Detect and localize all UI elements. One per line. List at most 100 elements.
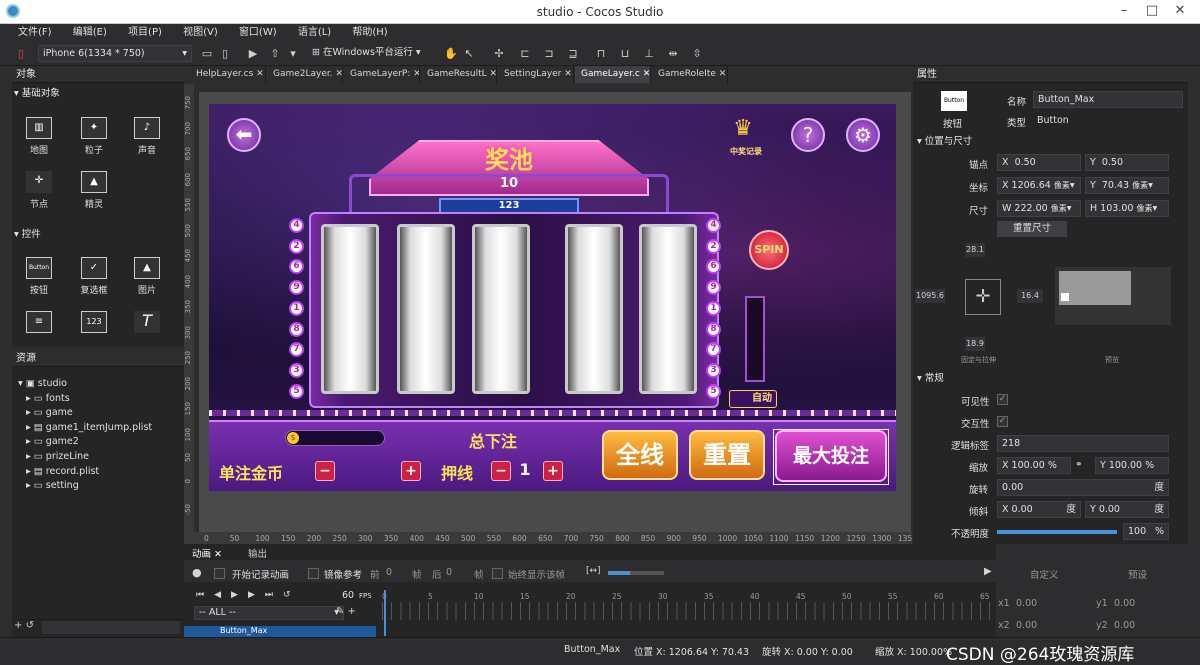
x1-value[interactable]: 0.00: [1016, 598, 1037, 609]
object-particle[interactable]: ✦ 粒子: [69, 117, 119, 156]
tab-gameresult[interactable]: GameResultL ✕: [421, 66, 497, 83]
coin-plus-button[interactable]: +: [401, 461, 421, 481]
opacity-slider[interactable]: [997, 530, 1117, 534]
height-input[interactable]: H 103.00 像素▾: [1085, 200, 1169, 217]
landscape-icon[interactable]: ▭: [200, 47, 214, 61]
scale-y-input[interactable]: Y 100.00 %: [1095, 457, 1169, 474]
preset-tab[interactable]: 预设: [1128, 567, 1147, 581]
tab-helplayer[interactable]: HelpLayer.cs ✕: [190, 66, 266, 83]
device-icon[interactable]: ▯: [14, 47, 28, 61]
select-tool-icon[interactable]: ↖: [462, 47, 476, 61]
tree-item[interactable]: ▸ ▤ game1_itemJump.plist: [18, 421, 152, 436]
menu-file[interactable]: 文件(F): [18, 24, 52, 42]
name-input[interactable]: Button_Max: [1033, 91, 1183, 108]
align-top-icon[interactable]: ⊓: [594, 47, 608, 61]
menu-edit[interactable]: 编辑(E): [73, 24, 107, 42]
help-button[interactable]: ?: [791, 118, 825, 152]
tab-gamelayer[interactable]: GameLayer.c ✕: [575, 66, 651, 83]
tree-item[interactable]: ▸ ▭ fonts: [18, 392, 152, 407]
coin-minus-button[interactable]: −: [315, 461, 335, 481]
position-size-section[interactable]: ▾ 位置与尺寸: [917, 135, 972, 149]
controls-section[interactable]: ▾ 控件: [14, 228, 41, 242]
object-map[interactable]: ▥ 地图: [14, 117, 64, 156]
basic-objects-section[interactable]: ▾ 基础对象: [14, 87, 60, 101]
node-filter-select[interactable]: -- ALL -- ▾: [194, 606, 344, 620]
portrait-icon[interactable]: ▯: [218, 47, 232, 61]
reset-button[interactable]: 重置: [689, 430, 765, 480]
tab-game2layer[interactable]: Game2Layer. ✕: [267, 66, 343, 83]
interactive-checkbox[interactable]: ✓: [997, 416, 1008, 427]
custom-tab[interactable]: 自定义: [1030, 567, 1059, 581]
menu-view[interactable]: 视图(V): [183, 24, 218, 42]
tree-item[interactable]: ▸ ▭ setting: [18, 479, 152, 494]
rotation-input[interactable]: 0.00 度: [997, 479, 1169, 496]
menu-window[interactable]: 窗口(W): [239, 24, 277, 42]
device-select[interactable]: iPhone 6(1334 * 750) ▾: [38, 45, 192, 62]
publish-icon[interactable]: ⇧: [268, 47, 282, 61]
align-bottom-icon[interactable]: ⊥: [642, 47, 656, 61]
x2-value[interactable]: 0.00: [1016, 620, 1037, 631]
maximize-button[interactable]: □: [1138, 2, 1166, 20]
always-show-checkbox[interactable]: [492, 568, 503, 579]
playback-controls[interactable]: ⏮◀▶▶⏭↺: [196, 590, 301, 600]
refresh-icon[interactable]: ↺: [26, 620, 34, 631]
object-sprite[interactable]: ▲ 精灵: [69, 171, 119, 210]
visible-checkbox[interactable]: ✓: [997, 394, 1008, 405]
menu-project[interactable]: 项目(P): [128, 24, 162, 42]
distribute-v-icon[interactable]: ⇳: [690, 47, 704, 61]
anchor-x-input[interactable]: X 0.50: [997, 154, 1081, 171]
expand-icon[interactable]: ▶: [984, 566, 992, 577]
spin-button[interactable]: SPIN: [749, 230, 789, 270]
tree-item[interactable]: ▸ ▭ prizeLine: [18, 450, 152, 465]
menu-help[interactable]: 帮助(H): [352, 24, 387, 42]
timeline-track[interactable]: [382, 602, 992, 620]
tree-item[interactable]: ▸ ▭ game: [18, 406, 152, 421]
pen-icon[interactable]: ✎ +: [336, 606, 356, 617]
control-text[interactable]: T: [122, 311, 172, 337]
skew-y-input[interactable]: Y 0.00 度: [1085, 501, 1169, 518]
tree-item[interactable]: ▸ ▭ game2: [18, 435, 152, 450]
anchor-y-input[interactable]: Y 0.50: [1085, 154, 1169, 171]
align-center-icon[interactable]: ⊐: [542, 47, 556, 61]
play-icon[interactable]: ▶: [246, 47, 260, 61]
fps-value[interactable]: 60: [342, 590, 354, 601]
record-checkbox[interactable]: [214, 568, 225, 579]
position-y-input[interactable]: Y 70.43 像素▾: [1085, 177, 1169, 194]
line-minus-button[interactable]: −: [491, 461, 511, 481]
layout-left-value[interactable]: 1095.6: [915, 289, 945, 303]
align-right-icon[interactable]: ⊒: [566, 47, 580, 61]
tab-output[interactable]: 输出: [248, 546, 267, 560]
align-icon[interactable]: ✢: [492, 47, 506, 61]
object-node[interactable]: ✛ 节点: [14, 171, 64, 210]
scale-x-input[interactable]: X 100.00 %: [997, 457, 1071, 474]
position-x-input[interactable]: X 1206.64 像素▾: [997, 177, 1081, 194]
resource-search-input[interactable]: [42, 621, 180, 634]
run-target-select[interactable]: ⊞ 在Windows平台运行 ▾: [308, 45, 430, 62]
timeline-playhead[interactable]: [384, 590, 386, 636]
tree-item[interactable]: ▾ ▣ studio: [18, 377, 152, 392]
record-icon[interactable]: ●: [192, 566, 202, 579]
tab-gameroleitem[interactable]: GameRoleIte ✕: [652, 66, 728, 83]
distribute-h-icon[interactable]: ⇹: [666, 47, 680, 61]
menu-language[interactable]: 语言(L): [298, 24, 331, 42]
layout-bottom-value[interactable]: 18.9: [965, 337, 985, 351]
zoom-icon[interactable]: [↔]: [586, 566, 601, 576]
object-sound[interactable]: ♪ 声音: [122, 117, 172, 156]
control-checkbox[interactable]: ✓ 复选框: [69, 257, 119, 296]
tab-animation[interactable]: 动画 ✕: [192, 546, 222, 560]
tag-input[interactable]: 218: [997, 435, 1169, 452]
hand-tool-icon[interactable]: ✋: [444, 47, 458, 61]
game-scene[interactable]: ⬅ ♛ 中奖记录 ? ⚙ 奖池 10 123 426918735 4269187…: [209, 104, 896, 491]
control-image[interactable]: ▲ 图片: [122, 257, 172, 296]
add-icon[interactable]: +: [14, 620, 22, 631]
back-button[interactable]: ⬅: [227, 118, 261, 152]
timeline-node-row[interactable]: Button_Max: [184, 626, 376, 637]
chevron-down-icon[interactable]: ▾: [286, 47, 300, 61]
layout-top-value[interactable]: 28.1: [965, 243, 985, 257]
tab-settinglayer[interactable]: SettingLayer ✕: [498, 66, 574, 83]
gear-icon[interactable]: ⚙: [846, 118, 880, 152]
skew-x-input[interactable]: X 0.00 度: [997, 501, 1081, 518]
general-section[interactable]: ▾ 常规: [917, 372, 944, 386]
y2-value[interactable]: 0.00: [1114, 620, 1135, 631]
line-plus-button[interactable]: +: [543, 461, 563, 481]
